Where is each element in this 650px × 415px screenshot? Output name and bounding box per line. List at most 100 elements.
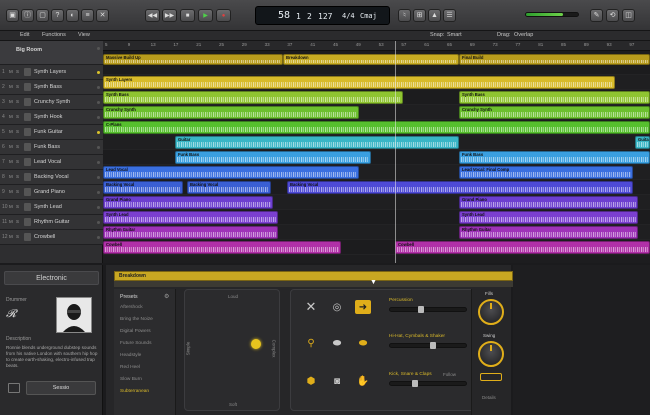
details-label[interactable]: Details (482, 395, 496, 400)
drummer-portrait[interactable] (56, 297, 92, 333)
claps-icon[interactable]: ✋ (355, 374, 371, 388)
xy-puck[interactable] (251, 339, 261, 349)
track-name[interactable]: Crunchy Synth (34, 99, 70, 105)
fills-knob[interactable] (478, 299, 504, 325)
shaker-x-icon[interactable]: ✕ (303, 299, 319, 314)
lcd-display[interactable]: 58 1 2 127 4/4 Cmaj (255, 6, 390, 25)
menu-functions[interactable]: Functions (42, 32, 66, 38)
record-icon[interactable]: ● (216, 9, 231, 22)
region[interactable]: C-Plans (103, 121, 650, 134)
track-header[interactable]: Big Room (0, 41, 103, 65)
track-header[interactable]: 9 M S Grand Piano (0, 185, 103, 200)
preset-item[interactable]: Bring the Noize (120, 317, 153, 322)
track-name[interactable]: Synth Layers (34, 69, 66, 75)
track-header[interactable]: 7 M S Lead Vocal (0, 155, 103, 170)
timeline-ruler[interactable]: 5 9 13 17 21 25 29 33 37 41 45 49 53 57 61 65 69 73 77 81 85… (103, 41, 650, 51)
region[interactable]: Crunchy Synth (459, 106, 650, 119)
percussion-icon[interactable]: ➜ (355, 300, 371, 314)
region[interactable]: Cowbell (395, 241, 650, 254)
maraca-icon[interactable]: ⚲ (303, 336, 319, 350)
mute-solo-buttons[interactable]: M S (9, 174, 20, 179)
track-header[interactable]: 6 M S Funk Bass (0, 140, 103, 155)
track-header[interactable]: 11 M S Rhythm Guitar (0, 215, 103, 230)
region[interactable]: Funk Bass (459, 151, 650, 164)
preset-item[interactable]: Slow Burn (120, 377, 142, 382)
track-header[interactable]: 8 M S Backing Vocal (0, 170, 103, 185)
region[interactable]: Rhythm Guitar (103, 226, 278, 239)
inspector-icon[interactable]: ⓘ (21, 9, 34, 22)
drag-value[interactable]: Overlap (514, 32, 533, 38)
region[interactable]: Synth Lead (103, 211, 278, 224)
region[interactable]: Guitar (635, 136, 650, 149)
play-icon[interactable]: ▶ (198, 9, 213, 22)
region[interactable]: Synth Bass (103, 91, 403, 104)
region[interactable]: Lead Vocal (103, 166, 359, 179)
track-name[interactable]: Rhythm Guitar (34, 219, 69, 225)
preset-item[interactable]: Headstyle (120, 353, 141, 358)
mute-solo-buttons[interactable]: M S (9, 204, 20, 209)
rewind-icon[interactable]: ◀◀ (145, 9, 160, 22)
xy-pad[interactable]: Loud Soft Simple Complex (184, 289, 280, 411)
preset-item[interactable]: Subterranean (120, 389, 149, 394)
mute-solo-buttons[interactable]: M S (9, 99, 20, 104)
track-header[interactable]: 10 M S Synth Lead (0, 200, 103, 215)
master-volume-slider[interactable] (525, 12, 579, 17)
track-name[interactable]: Crowbell (34, 234, 55, 240)
region[interactable]: Backing Vocal (287, 181, 633, 194)
track-header[interactable]: 5 M S Funk Guitar (0, 125, 103, 140)
editors-icon[interactable]: ✕ (96, 9, 109, 22)
notepad-icon[interactable]: ✎ (590, 9, 603, 22)
mute-solo-buttons[interactable]: M S (9, 159, 20, 164)
arrange-area[interactable]: Massive Build Up Breakdown Final Build Synt… (103, 51, 650, 263)
mixer-icon[interactable]: ≡ (81, 9, 94, 22)
loop-browser-icon[interactable]: ⟲ (606, 9, 619, 22)
mute-solo-buttons[interactable]: M S (9, 114, 20, 119)
library-panel-icon[interactable] (8, 383, 20, 393)
metronome-icon[interactable]: ▲ (428, 9, 441, 22)
menu-view[interactable]: View (78, 32, 90, 38)
region[interactable]: Synth Lead (459, 211, 638, 224)
snare-icon[interactable]: ◙ (329, 374, 345, 388)
track-header[interactable]: 4 M S Synth Hook (0, 110, 103, 125)
mute-solo-buttons[interactable]: M S (9, 129, 20, 134)
hihat-icon[interactable]: ⬬ (329, 336, 345, 350)
preset-item[interactable]: Aftershock (120, 305, 143, 310)
mute-solo-buttons[interactable]: M S (9, 219, 20, 224)
region[interactable]: Final Build (459, 54, 650, 65)
region[interactable]: Synth Bass (459, 91, 650, 104)
session-players-button[interactable]: Sessio (26, 381, 96, 395)
count-in-icon[interactable]: ⊞ (413, 9, 426, 22)
editor-playhead-icon[interactable]: ▼ (370, 279, 377, 286)
browser-icon[interactable]: ◫ (622, 9, 635, 22)
region[interactable]: Rhythm Guitar (459, 226, 638, 239)
kick-icon[interactable]: ⬢ (303, 374, 319, 388)
track-header[interactable]: 12 M S Crowbell (0, 230, 103, 245)
track-name[interactable]: Big Room (16, 47, 42, 53)
mute-solo-buttons[interactable]: M S (9, 144, 20, 149)
forward-icon[interactable]: ▶▶ (162, 9, 177, 22)
percussion-slider[interactable] (389, 306, 467, 313)
track-header[interactable]: 1 M S Synth Layers (0, 65, 103, 80)
track-name[interactable]: Synth Bass (34, 84, 62, 90)
presets-gear-icon[interactable]: ⚙ (164, 293, 169, 300)
region[interactable]: Crunchy Synth (103, 106, 359, 119)
mute-solo-buttons[interactable]: M S (9, 84, 20, 89)
track-name[interactable]: Synth Hook (34, 114, 62, 120)
track-name[interactable]: Funk Guitar (34, 129, 63, 135)
region[interactable]: Breakdown (283, 54, 459, 65)
region[interactable]: Grand Piano (103, 196, 273, 209)
mute-solo-buttons[interactable]: M S (9, 234, 20, 239)
region[interactable]: Guitar (175, 136, 459, 149)
swing-knob[interactable] (478, 341, 504, 367)
preset-item[interactable]: Future Sounds (120, 341, 151, 346)
smart-controls-icon[interactable]: ◐ (66, 9, 79, 22)
track-header[interactable]: 2 M S Synth Bass (0, 80, 103, 95)
track-name[interactable]: Funk Bass (34, 144, 60, 150)
preset-item[interactable]: Red Heel (120, 365, 140, 370)
follow-label[interactable]: Follow (443, 372, 456, 377)
snap-value[interactable]: Smart (447, 32, 462, 38)
stop-icon[interactable]: ■ (180, 9, 195, 22)
editor-region-bar[interactable]: Breakdown (114, 271, 513, 281)
menu-edit[interactable]: Edit (20, 32, 29, 38)
kick-slider[interactable] (389, 380, 467, 387)
